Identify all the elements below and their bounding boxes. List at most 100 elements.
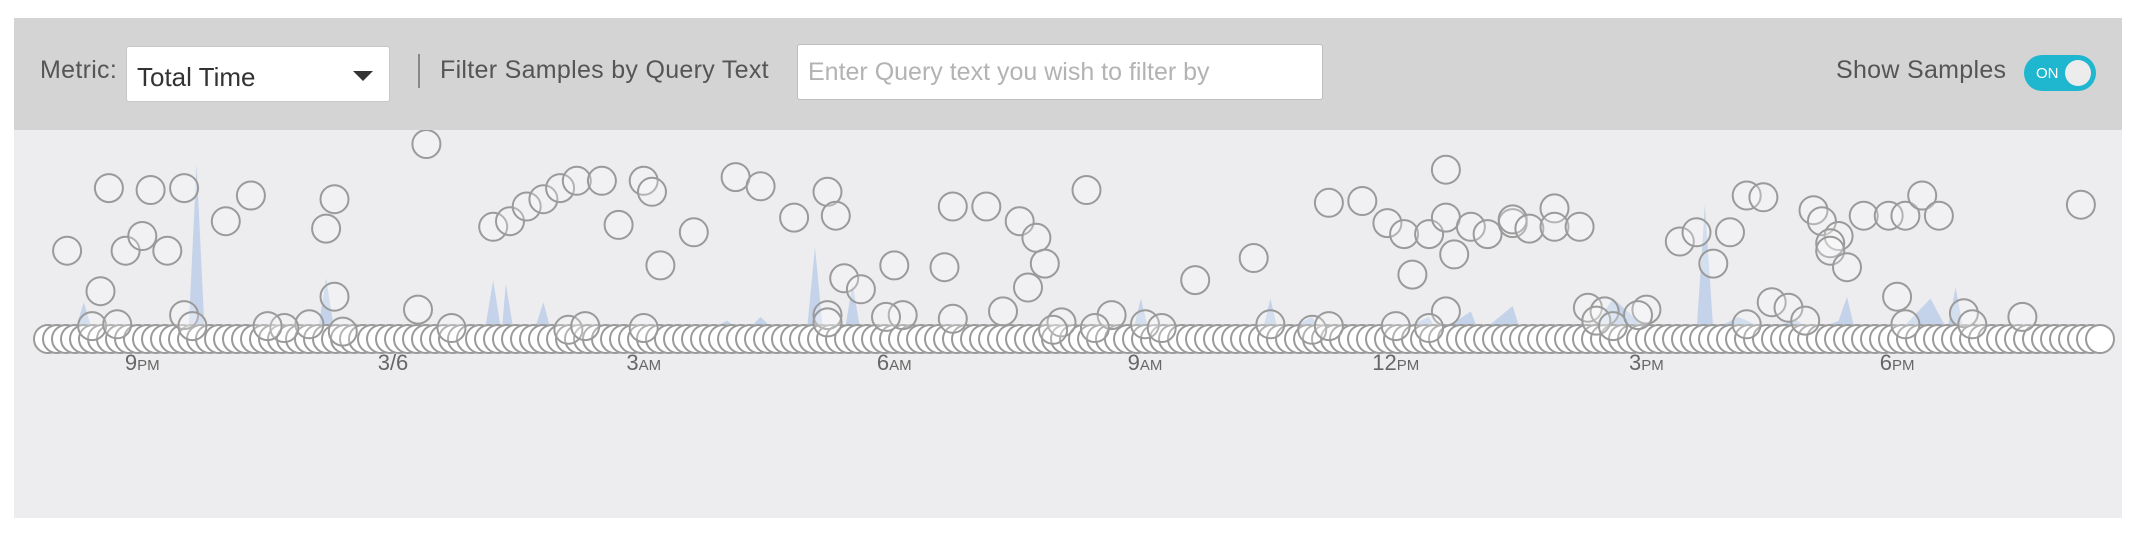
sample-point[interactable] — [628, 313, 659, 343]
chevron-down-icon — [353, 71, 373, 81]
sample-point[interactable] — [937, 191, 968, 222]
sample-point[interactable] — [85, 276, 116, 307]
x-tick-label: 12PM — [1372, 350, 1419, 375]
sample-point[interactable] — [720, 162, 751, 193]
sample-point[interactable] — [1255, 309, 1286, 340]
sample-point[interactable] — [603, 209, 634, 240]
sample-point[interactable] — [1021, 222, 1052, 253]
x-tick-label: 3/6 — [378, 350, 409, 375]
sample-point[interactable] — [570, 311, 601, 342]
sample-point[interactable] — [1414, 313, 1445, 343]
sample-point[interactable] — [1790, 305, 1821, 336]
sample-point[interactable] — [1380, 311, 1411, 342]
sample-point[interactable] — [1923, 200, 1954, 231]
sample-point[interactable] — [1890, 309, 1921, 340]
sample-point[interactable] — [1238, 243, 1269, 273]
toggle-knob — [2065, 60, 2091, 86]
sample-point[interactable] — [937, 303, 968, 334]
sample-point[interactable] — [177, 311, 208, 342]
sample-point[interactable] — [1832, 252, 1862, 283]
sample-point[interactable] — [169, 173, 200, 204]
sample-point[interactable] — [210, 206, 241, 237]
sample-point[interactable] — [1079, 313, 1110, 343]
sample-point[interactable] — [403, 294, 433, 325]
sample-point[interactable] — [127, 221, 158, 251]
sample-point[interactable] — [411, 130, 442, 159]
sample-point[interactable] — [436, 313, 467, 343]
sample-point[interactable] — [1146, 313, 1177, 343]
sample-point[interactable] — [988, 296, 1018, 327]
sample-point[interactable] — [1472, 219, 1503, 250]
sample-point[interactable] — [135, 175, 166, 205]
toggle-state-text: ON — [2036, 65, 2059, 82]
sample-point[interactable] — [1748, 182, 1779, 213]
sample-point[interactable] — [1698, 248, 1729, 279]
sample-point[interactable] — [311, 213, 342, 244]
sample-point[interactable] — [1539, 211, 1570, 242]
sample-point[interactable] — [1957, 309, 1988, 340]
chart-area: 9PM 3/6 3AM 6AM 9AM 12PM 3PM 6PM — [14, 130, 2122, 518]
sample-point[interactable] — [1731, 309, 1762, 340]
sample-point[interactable] — [929, 252, 960, 283]
sample-point[interactable] — [1430, 202, 1461, 233]
sample-point[interactable] — [779, 202, 810, 233]
divider — [418, 54, 420, 88]
show-samples-toggle[interactable]: ON — [2024, 55, 2096, 91]
sample-point[interactable] — [1598, 311, 1628, 342]
sample-point[interactable] — [1623, 300, 1653, 331]
sample-point[interactable] — [879, 250, 910, 281]
sample-point[interactable] — [1038, 314, 1069, 345]
metric-label: Metric: — [40, 56, 118, 84]
sample-point[interactable] — [319, 281, 350, 312]
sample-point[interactable] — [1439, 239, 1470, 270]
sample-point[interactable] — [971, 191, 1002, 222]
sample-point[interactable] — [1313, 311, 1344, 342]
sample-point[interactable] — [319, 184, 350, 215]
sample-point[interactable] — [1389, 219, 1420, 250]
timeline-chart: 9PM 3/6 3AM 6AM 9AM 12PM 3PM 6PM — [33, 130, 2115, 375]
sample-point[interactable] — [77, 311, 108, 342]
sample-point[interactable] — [645, 250, 676, 281]
sample-point[interactable] — [845, 274, 876, 305]
metric-selected-value: Total Time — [137, 62, 256, 92]
sample-point[interactable] — [1514, 213, 1545, 244]
sample-point[interactable] — [294, 309, 325, 340]
sample-point[interactable] — [586, 165, 617, 196]
sample-point[interactable] — [1313, 187, 1344, 218]
metric-dropdown[interactable]: Total Time — [126, 46, 390, 102]
sample-point[interactable] — [637, 176, 667, 207]
sample-point[interactable] — [820, 200, 851, 231]
sample-point[interactable] — [1848, 200, 1879, 231]
sample-point[interactable] — [871, 301, 901, 332]
sample-point[interactable] — [2085, 324, 2115, 354]
chart-panel: Metric: Total Time Filter Samples by Que… — [14, 18, 2122, 518]
query-filter-input[interactable] — [797, 44, 1323, 100]
sample-point[interactable] — [1397, 259, 1428, 290]
sample-point[interactable] — [1029, 248, 1060, 279]
sample-point[interactable] — [52, 235, 83, 266]
sample-point[interactable] — [812, 307, 843, 338]
sample-point[interactable] — [327, 316, 358, 347]
sample-point[interactable] — [152, 235, 183, 266]
sample-point[interactable] — [678, 217, 709, 248]
sample-point[interactable] — [1681, 217, 1712, 248]
sample-point[interactable] — [1013, 272, 1043, 303]
sample-point[interactable] — [561, 165, 592, 196]
sample-point[interactable] — [2007, 301, 2038, 332]
sample-point[interactable] — [235, 180, 266, 211]
sample-point[interactable] — [1071, 175, 1102, 205]
sample-point[interactable] — [1430, 154, 1461, 185]
toolbar: Metric: Total Time Filter Samples by Que… — [14, 18, 2122, 130]
sample-point[interactable] — [93, 173, 124, 204]
sample-point[interactable] — [1180, 265, 1211, 296]
show-samples-label: Show Samples — [1836, 56, 2007, 84]
sample-point[interactable] — [1882, 281, 1913, 312]
sample-point[interactable] — [1715, 217, 1745, 248]
sample-point[interactable] — [745, 171, 776, 202]
sample-point[interactable] — [102, 309, 133, 340]
sample-point[interactable] — [2065, 189, 2096, 220]
sample-point[interactable] — [1347, 186, 1378, 216]
sample-point[interactable] — [252, 311, 283, 342]
sample-point[interactable] — [1564, 211, 1595, 242]
samples-group — [52, 130, 2096, 347]
